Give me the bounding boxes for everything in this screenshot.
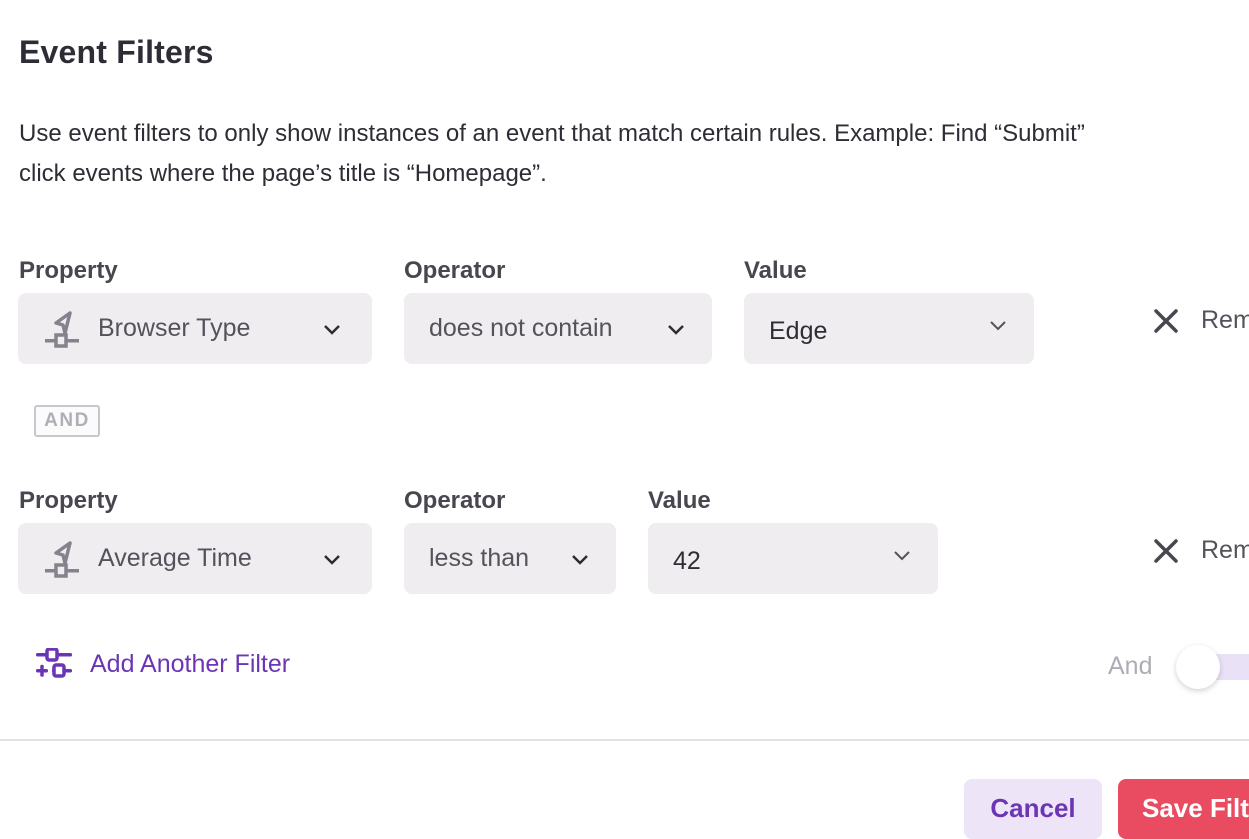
chevron-down-icon [990,320,1006,330]
and-conjunction-badge: AND [34,405,100,437]
toggle-knob[interactable] [1176,645,1220,689]
close-icon [1154,538,1178,563]
cancel-button[interactable]: Cancel [964,779,1102,839]
property-select[interactable]: Average Time [18,523,372,594]
remove-filter-button[interactable]: Remove [1153,536,1249,565]
operator-value: less than [429,544,530,572]
remove-filter-button[interactable]: Remove [1153,306,1249,335]
property-cursor-icon [45,310,79,348]
chevron-down-icon [668,324,684,335]
chevron-down-icon [324,324,340,335]
operator-value: does not contain [429,314,613,342]
logic-toggle-label: And [1108,652,1153,680]
remove-label: Remove [1201,306,1249,334]
dialog-title: Event Filters [19,34,214,70]
add-another-filter-label: Add Another Filter [90,649,291,678]
operator-select[interactable]: does not contain [404,293,712,364]
dialog-description: Use event filters to only show instances… [19,114,1249,194]
and-or-toggle[interactable] [1176,645,1249,689]
close-icon [1154,308,1178,333]
chevron-down-icon [572,554,588,565]
description-line-2: click events where the page’s title is “… [19,160,547,187]
value-label: Value [648,487,711,514]
value-value: Edge [769,317,828,345]
value-value: 42 [673,547,701,575]
property-select[interactable]: Browser Type [18,293,372,364]
chevron-down-icon [324,554,340,565]
footer-divider [0,739,1249,741]
property-label: Property [19,257,118,284]
value-select[interactable]: 42 [648,523,938,594]
remove-label: Remove [1201,536,1249,564]
property-value: Average Time [98,544,252,572]
operator-label: Operator [404,487,506,514]
operator-label: Operator [404,257,506,284]
value-select[interactable]: Edge [744,293,1034,364]
property-cursor-icon [45,540,79,578]
property-value: Browser Type [98,314,251,342]
description-line-1: Use event filters to only show instances… [19,120,1085,147]
save-filters-button[interactable]: Save Filters [1118,779,1249,839]
operator-select[interactable]: less than [404,523,616,594]
chevron-down-icon [894,550,910,560]
property-label: Property [19,487,118,514]
sliders-plus-icon [36,648,72,678]
value-label: Value [744,257,807,284]
add-another-filter-button[interactable]: Add Another Filter [34,648,290,680]
